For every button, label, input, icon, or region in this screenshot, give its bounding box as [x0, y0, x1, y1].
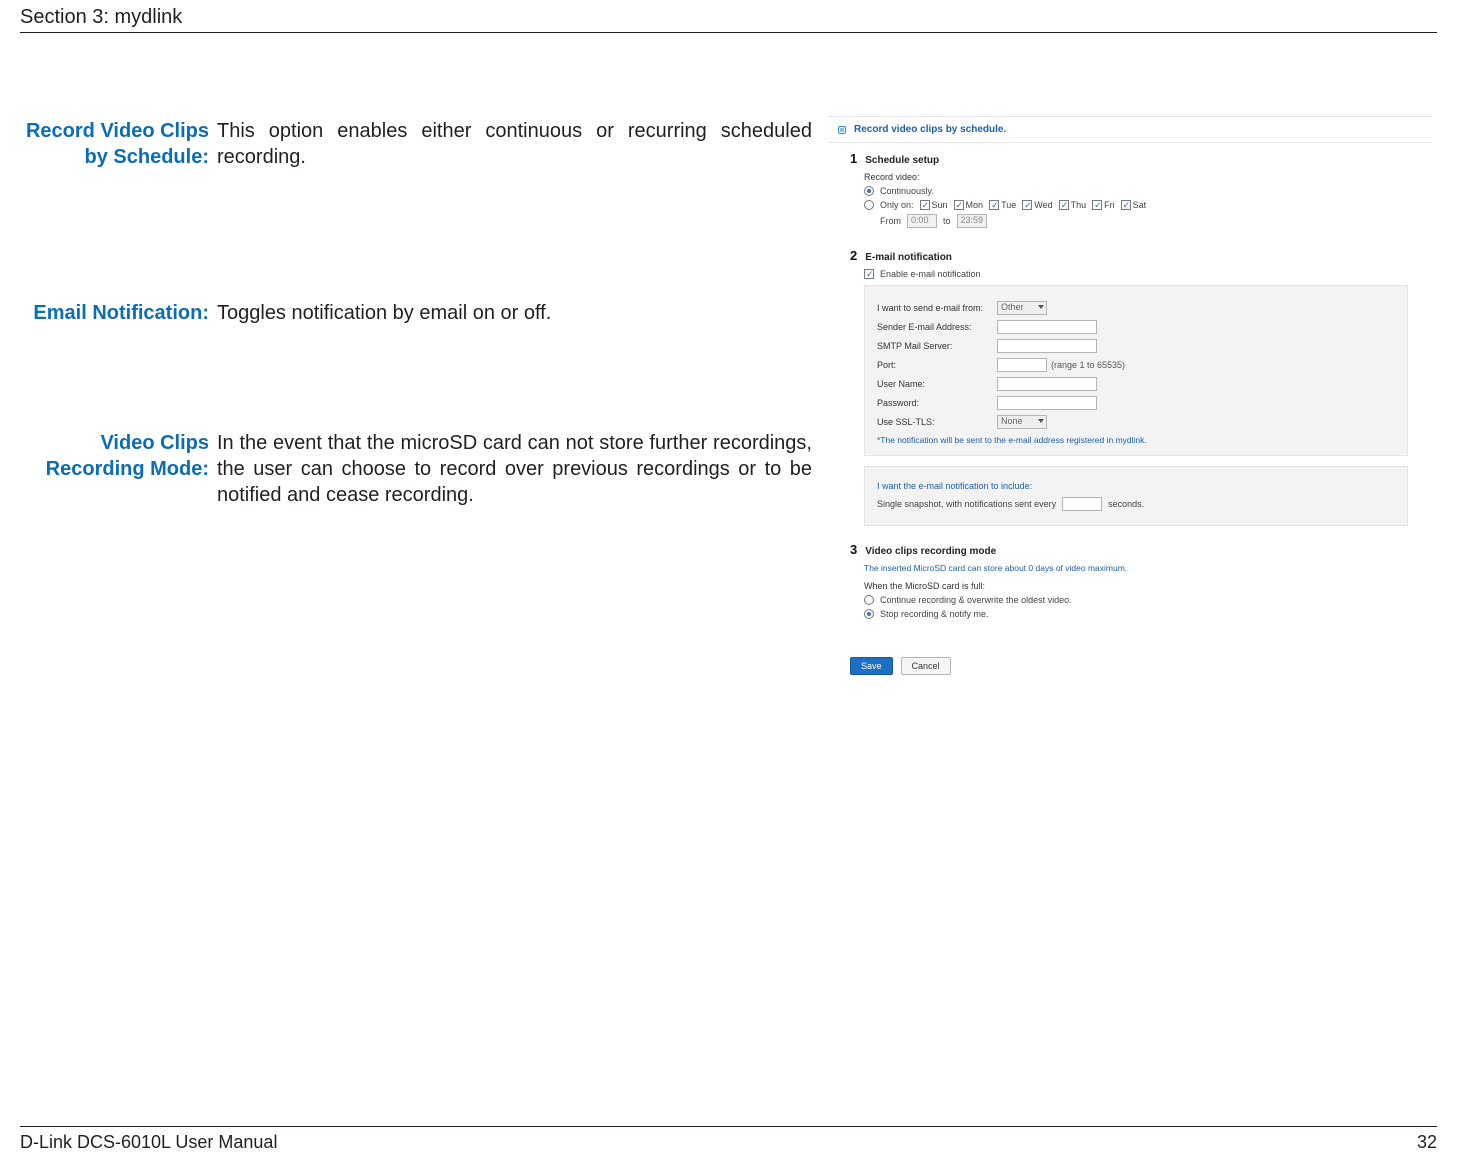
- definition-row: Record Video Clips by Schedule: This opt…: [20, 118, 812, 170]
- radio-only-on-label: Only on:: [880, 200, 914, 210]
- day-label: Wed: [1034, 200, 1052, 210]
- snapshot-label-a: Single snapshot, with notifications sent…: [877, 499, 1056, 509]
- username-label: User Name:: [877, 379, 997, 389]
- day-label: Fri: [1104, 200, 1115, 210]
- username-input[interactable]: [997, 377, 1097, 391]
- section-title: Video clips recording mode: [865, 546, 996, 557]
- send-from-select[interactable]: Other: [997, 301, 1047, 315]
- section-number: 3: [850, 542, 857, 557]
- day-label: Sun: [932, 200, 948, 210]
- checkbox-wed[interactable]: [1022, 200, 1032, 210]
- footer-page-number: 32: [1417, 1132, 1437, 1153]
- definition-label: Video Clips Recording Mode:: [20, 430, 215, 482]
- chevron-down-icon: [1038, 305, 1044, 309]
- snapshot-interval-input[interactable]: [1062, 497, 1102, 511]
- footer-manual-name: D-Link DCS-6010L User Manual: [20, 1132, 277, 1153]
- email-note: *The notification will be sent to the e-…: [877, 435, 1395, 445]
- include-label: I want the e-mail notification to includ…: [877, 481, 1395, 491]
- schedule-setup-section: 1 Schedule setup Record video: Continuou…: [828, 143, 1432, 248]
- definition-label: Email Notification:: [20, 300, 215, 326]
- header-rule: [20, 32, 1437, 33]
- radio-continuously-label: Continuously.: [880, 186, 934, 196]
- checkbox-sun[interactable]: [920, 200, 930, 210]
- smtp-input[interactable]: [997, 339, 1097, 353]
- checkbox-thu[interactable]: [1059, 200, 1069, 210]
- section-number: 1: [850, 151, 857, 166]
- smtp-label: SMTP Mail Server:: [877, 341, 997, 351]
- record-video-label: Record video:: [864, 172, 1432, 182]
- definitions-table: Record Video Clips by Schedule: This opt…: [20, 118, 812, 508]
- day-label: Sat: [1133, 200, 1147, 210]
- email-form-panel: I want to send e-mail from: Other Sender…: [864, 285, 1408, 456]
- section-title: Schedule setup: [865, 155, 939, 166]
- page-section-header: Section 3: mydlink: [20, 6, 1437, 33]
- email-include-panel: I want the e-mail notification to includ…: [864, 466, 1408, 526]
- footer-rule: [20, 1126, 1437, 1127]
- from-label: From: [880, 216, 901, 226]
- radio-overwrite[interactable]: [864, 595, 874, 605]
- password-input[interactable]: [997, 396, 1097, 410]
- settings-panel: Record video clips by schedule. 1 Schedu…: [828, 116, 1432, 675]
- port-label: Port:: [877, 360, 997, 370]
- definition-body: In the event that the microSD card can n…: [215, 430, 812, 508]
- radio-continuously[interactable]: [864, 186, 874, 196]
- cancel-button[interactable]: Cancel: [901, 657, 951, 675]
- enable-email-label: Enable e-mail notification: [880, 269, 981, 279]
- radio-overwrite-label: Continue recording & overwrite the oldes…: [880, 595, 1072, 605]
- checkbox-tue[interactable]: [989, 200, 999, 210]
- ssl-select[interactable]: None: [997, 415, 1047, 429]
- definition-row: Video Clips Recording Mode: In the event…: [20, 430, 812, 508]
- send-from-label: I want to send e-mail from:: [877, 303, 997, 313]
- day-label: Thu: [1071, 200, 1087, 210]
- port-input[interactable]: [997, 358, 1047, 372]
- snapshot-label-b: seconds.: [1108, 499, 1144, 509]
- sender-input[interactable]: [997, 320, 1097, 334]
- when-full-label: When the MicroSD card is full:: [864, 581, 1432, 591]
- sd-capacity-note: The inserted MicroSD card can store abou…: [864, 563, 1432, 573]
- password-label: Password:: [877, 398, 997, 408]
- chevron-down-icon: [1038, 419, 1044, 423]
- checkbox-fri[interactable]: [1092, 200, 1102, 210]
- checkbox-mon[interactable]: [954, 200, 964, 210]
- time-from-input[interactable]: 0:00: [907, 214, 937, 228]
- panel-title-row: Record video clips by schedule.: [828, 117, 1432, 143]
- radio-stop-notify[interactable]: [864, 609, 874, 619]
- section-title: E-mail notification: [865, 252, 952, 263]
- sender-label: Sender E-mail Address:: [877, 322, 997, 332]
- radio-only-on[interactable]: [864, 200, 874, 210]
- radio-stop-notify-label: Stop recording & notify me.: [880, 609, 989, 619]
- day-label: Mon: [966, 200, 984, 210]
- ssl-label: Use SSL-TLS:: [877, 417, 997, 427]
- checkbox-enable-email[interactable]: [864, 269, 874, 279]
- day-label: Tue: [1001, 200, 1016, 210]
- definition-body: This option enables either continuous or…: [215, 118, 812, 170]
- button-row: Save Cancel: [850, 657, 1432, 675]
- recording-mode-section: 3 Video clips recording mode The inserte…: [828, 542, 1432, 639]
- port-hint: (range 1 to 65535): [1051, 360, 1125, 370]
- definition-label: Record Video Clips by Schedule:: [20, 118, 215, 170]
- section-number: 2: [850, 248, 857, 263]
- email-notification-section: 2 E-mail notification Enable e-mail noti…: [828, 248, 1432, 542]
- checkbox-sat[interactable]: [1121, 200, 1131, 210]
- definition-body: Toggles notification by email on or off.: [215, 300, 812, 326]
- definition-row: Email Notification: Toggles notification…: [20, 300, 812, 326]
- to-label: to: [943, 216, 951, 226]
- time-to-input[interactable]: 23:59: [957, 214, 987, 228]
- panel-title: Record video clips by schedule.: [854, 124, 1006, 135]
- record-icon: [838, 126, 846, 134]
- save-button[interactable]: Save: [850, 657, 893, 675]
